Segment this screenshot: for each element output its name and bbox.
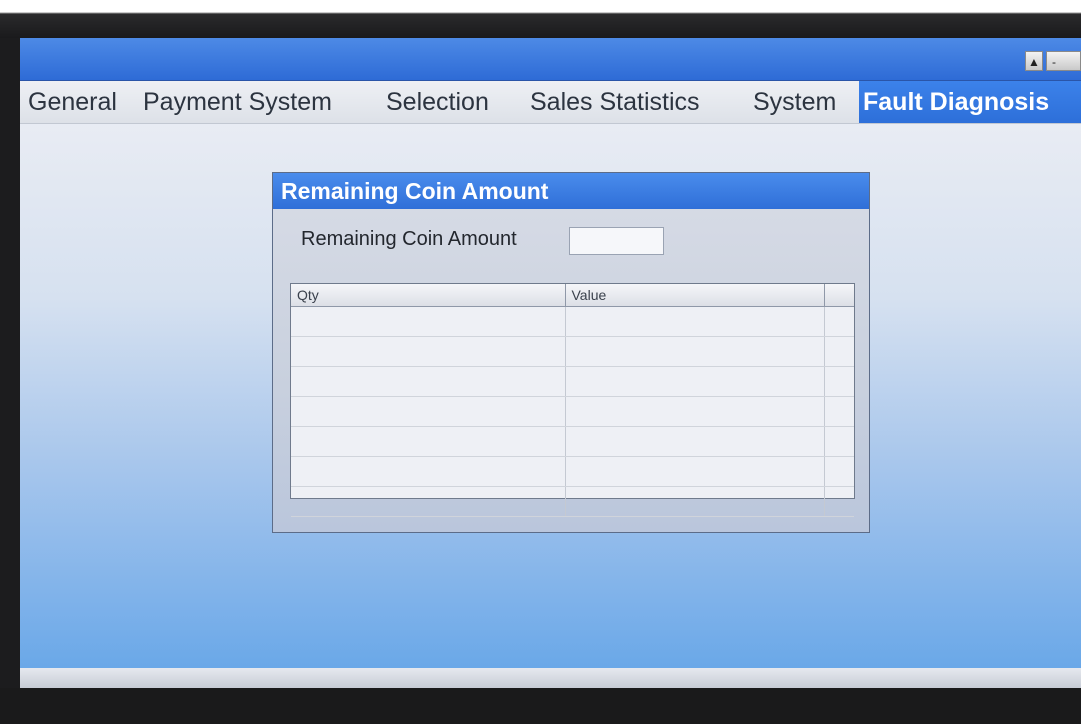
table-row[interactable] — [291, 336, 854, 367]
table-cell — [565, 426, 825, 457]
remaining-coin-input[interactable] — [569, 227, 664, 255]
tab-system[interactable]: System — [749, 81, 840, 123]
table-row[interactable] — [291, 366, 854, 397]
table-cell — [565, 486, 825, 517]
table-cell — [291, 306, 566, 337]
table-cell — [565, 366, 825, 397]
remaining-coin-dialog: Remaining Coin Amount Remaining Coin Amo… — [272, 172, 870, 533]
table-cell — [824, 366, 854, 397]
tab-bar: General Payment System Selection Sales S… — [20, 81, 1081, 124]
table-cell — [565, 306, 825, 337]
screen: ▲ - General Payment System Selection Sal… — [20, 38, 1081, 688]
table-cell — [824, 396, 854, 427]
tab-general[interactable]: General — [24, 81, 121, 123]
table-header-row: Qty Value — [291, 284, 854, 307]
window-title-bar: ▲ - — [20, 38, 1081, 81]
table-row[interactable] — [291, 456, 854, 487]
remaining-coin-label: Remaining Coin Amount — [301, 228, 517, 250]
dialog-title: Remaining Coin Amount — [273, 173, 869, 209]
table-cell — [291, 366, 566, 397]
table-cell — [824, 426, 854, 457]
monitor-bezel-bottom — [0, 688, 1081, 724]
table-cell — [291, 336, 566, 367]
triangle-up-icon: ▲ — [1028, 55, 1040, 69]
table-row[interactable] — [291, 426, 854, 457]
table-cell — [824, 306, 854, 337]
table-cell — [291, 396, 566, 427]
coin-table: Qty Value — [290, 283, 855, 517]
tab-selection[interactable]: Selection — [382, 81, 493, 123]
table-cell — [565, 336, 825, 367]
taskbar — [20, 668, 1081, 688]
table-row[interactable] — [291, 396, 854, 427]
column-header-extra[interactable] — [824, 284, 854, 307]
table-cell — [291, 456, 566, 487]
tab-payment-system[interactable]: Payment System — [139, 81, 336, 123]
table-row[interactable] — [291, 306, 854, 337]
minimize-button[interactable]: - — [1046, 51, 1081, 71]
table-cell — [291, 426, 566, 457]
monitor-bezel-left — [0, 38, 20, 688]
tab-fault-diagnosis[interactable]: Fault Diagnosis — [859, 81, 1081, 123]
table-cell — [565, 456, 825, 487]
table-cell — [824, 456, 854, 487]
column-header-value[interactable]: Value — [565, 284, 825, 307]
scroll-up-button[interactable]: ▲ — [1025, 51, 1043, 71]
column-header-qty[interactable]: Qty — [291, 284, 566, 307]
table-cell — [565, 396, 825, 427]
table-cell — [824, 336, 854, 367]
table-cell — [824, 486, 854, 517]
table-row[interactable] — [291, 486, 854, 517]
tab-sales-statistics[interactable]: Sales Statistics — [526, 81, 704, 123]
monitor-bezel-top — [0, 0, 1081, 38]
table-cell — [291, 486, 566, 517]
